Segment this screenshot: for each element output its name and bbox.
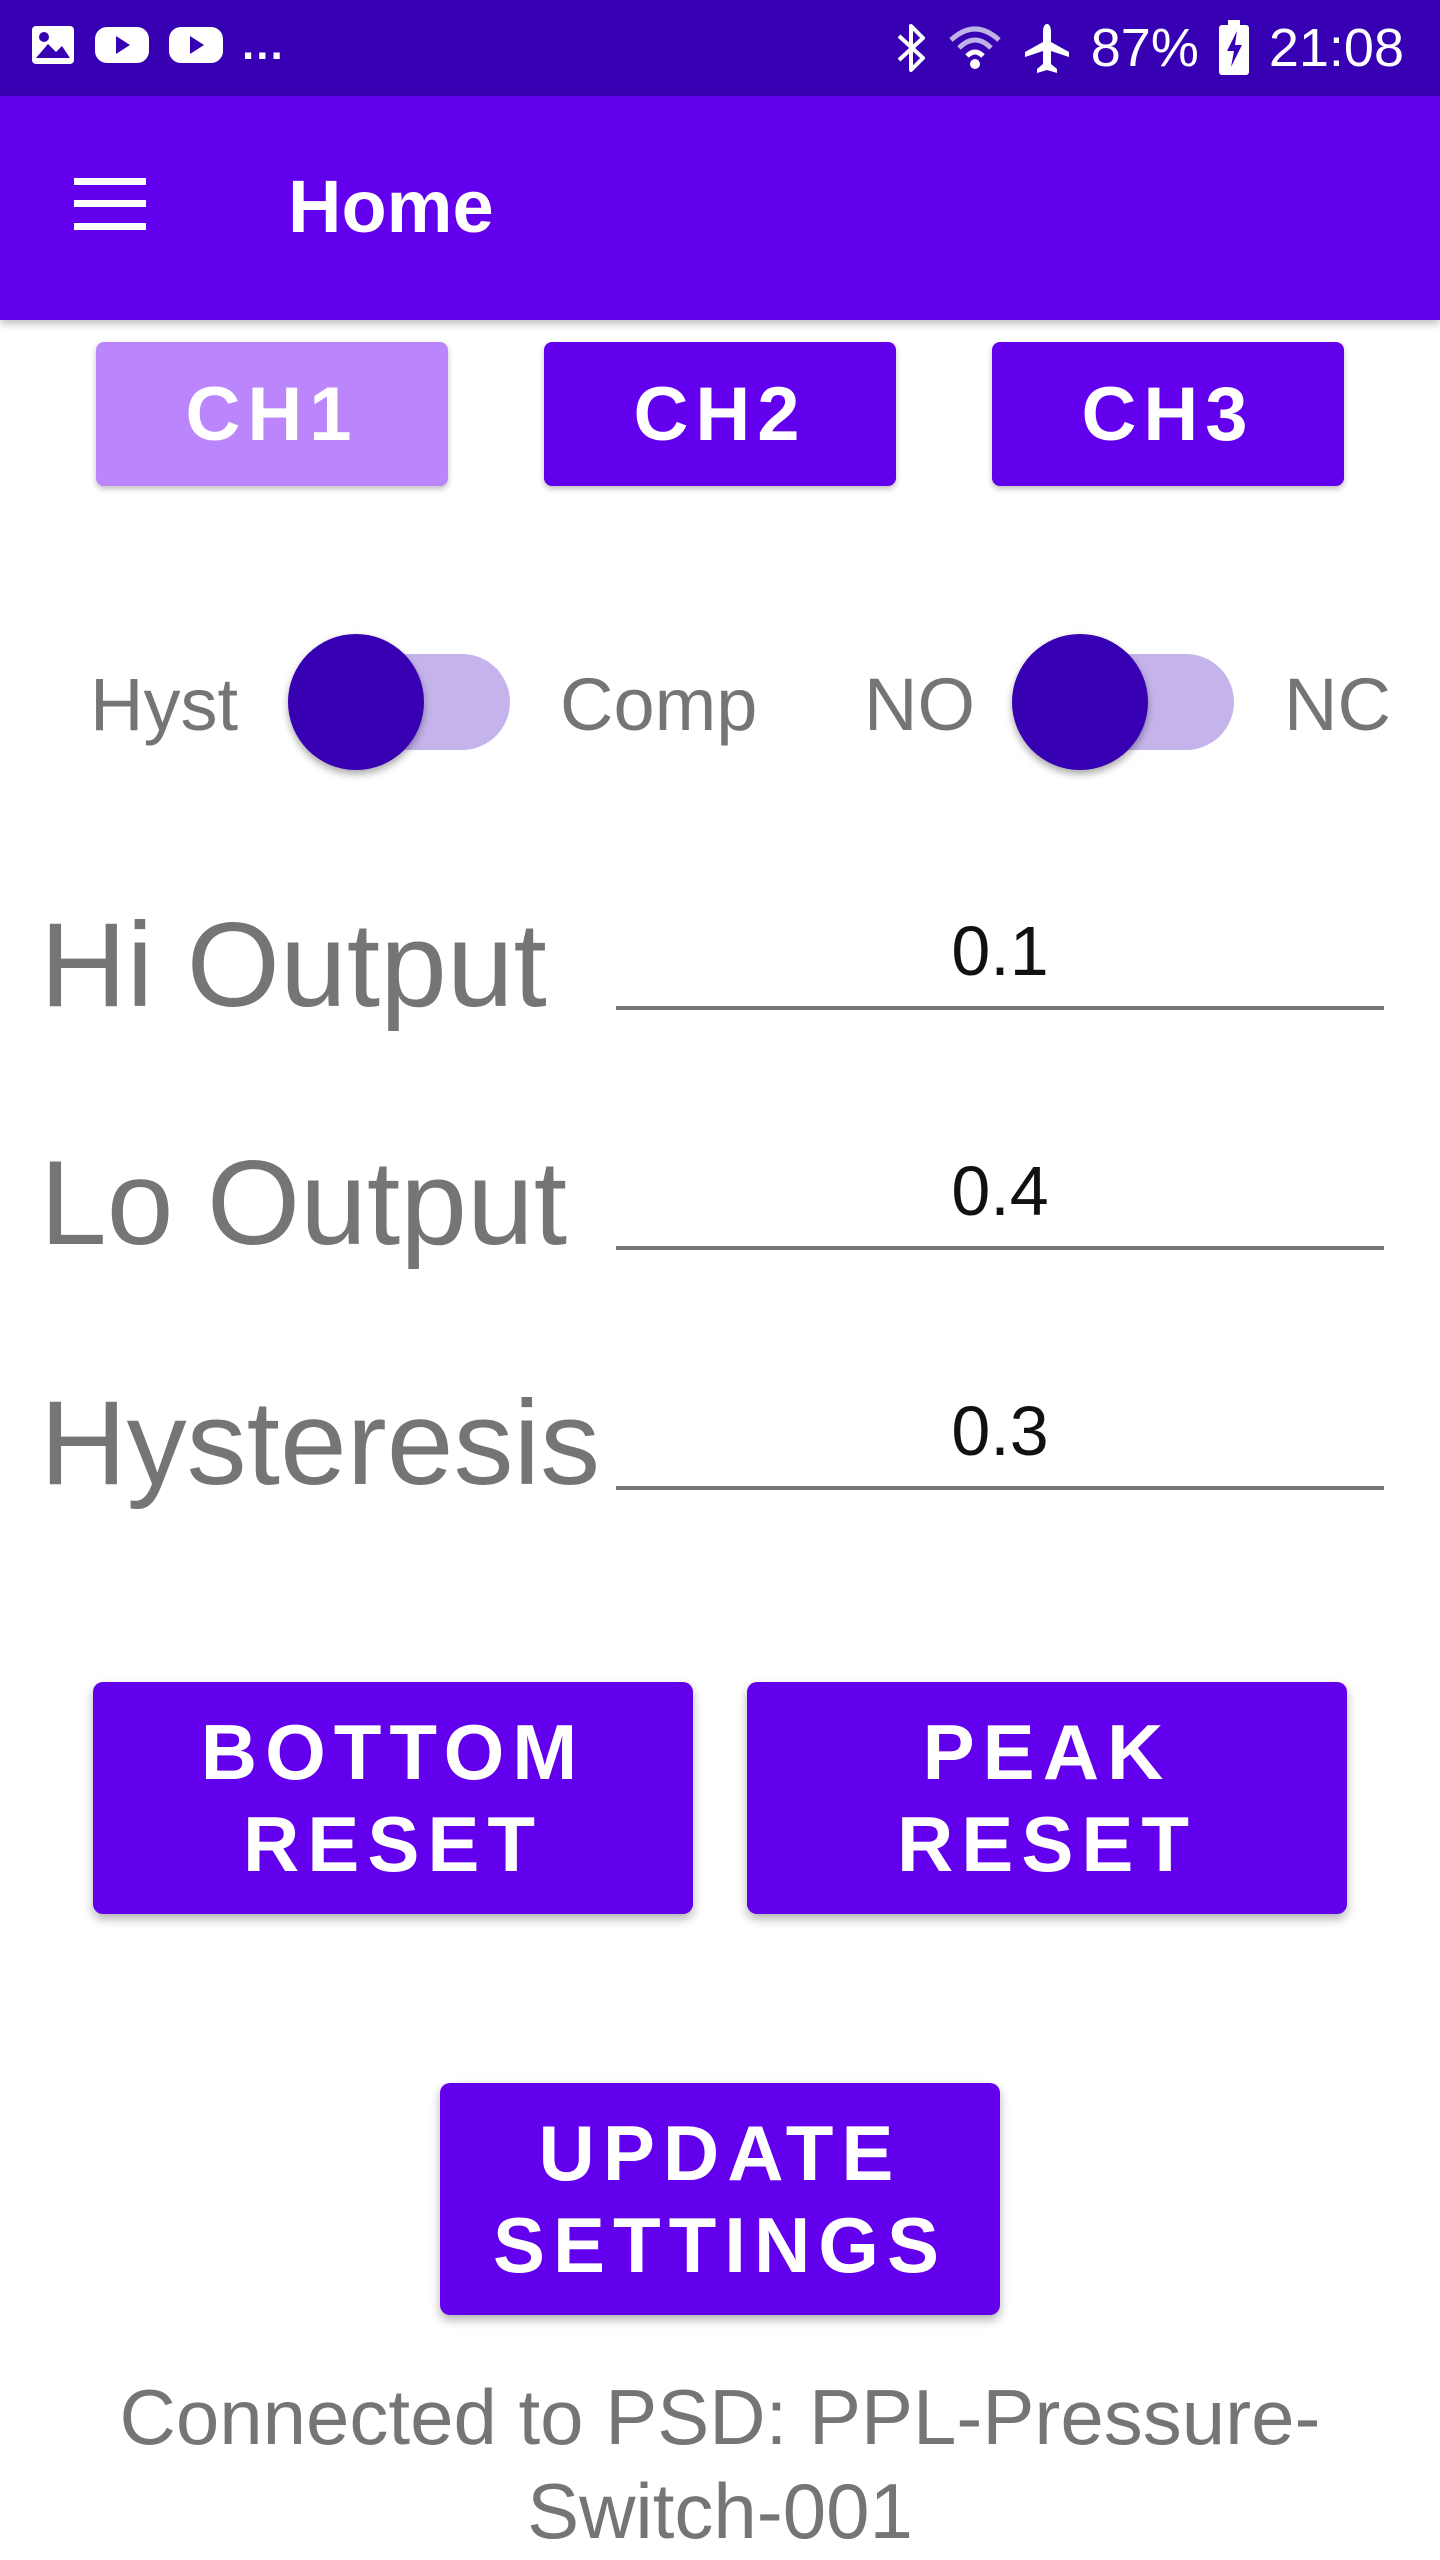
channel-2-button[interactable]: CH2 xyxy=(544,342,896,486)
peak-reset-button[interactable]: PEAK RESET xyxy=(747,1682,1347,1914)
image-notification-icon xyxy=(32,26,74,64)
system-icons: 87% 21:08 xyxy=(893,18,1404,78)
no-label: NO xyxy=(864,663,975,746)
wifi-icon xyxy=(949,26,1001,69)
lo-output-label: Lo Output xyxy=(40,1136,568,1270)
bottom-reset-button[interactable]: BOTTOM RESET xyxy=(93,1682,693,1914)
button-label: RESET xyxy=(896,1800,1198,1888)
button-label: BOTTOM xyxy=(200,1708,586,1796)
youtube-icon xyxy=(95,27,149,63)
menu-icon[interactable] xyxy=(70,174,150,234)
connection-status-line: Switch-001 xyxy=(527,2467,913,2555)
hyst-label: Hyst xyxy=(90,663,238,746)
button-label: SETTINGS xyxy=(492,2201,948,2289)
hyst-comp-switch[interactable] xyxy=(288,634,512,770)
hysteresis-label: Hysteresis xyxy=(40,1376,601,1510)
youtube-icon xyxy=(169,27,223,63)
status-bar: ... 87% 21:08 xyxy=(0,0,1440,96)
battery-charging-icon xyxy=(1218,20,1249,75)
switch-thumb xyxy=(288,634,424,770)
switch-thumb xyxy=(1012,634,1148,770)
bluetooth-icon xyxy=(897,24,925,72)
no-nc-switch[interactable] xyxy=(1012,634,1236,770)
clock: 21:08 xyxy=(1268,18,1404,78)
overflow-indicator: ... xyxy=(242,20,285,69)
battery-percent: 87% xyxy=(1090,18,1199,78)
hysteresis-input[interactable] xyxy=(616,1376,1384,1490)
button-label: PEAK xyxy=(922,1708,1172,1796)
nc-label: NC xyxy=(1284,663,1391,746)
airplane-icon xyxy=(1024,24,1069,73)
page-title: Home xyxy=(288,165,494,248)
notification-icons: ... xyxy=(30,20,285,69)
connection-status: Connected to PSD: PPL-Pressure- Switch-0… xyxy=(0,2370,1440,2558)
connection-status-line: Connected to PSD: PPL-Pressure- xyxy=(119,2373,1321,2461)
button-label: UPDATE xyxy=(538,2109,902,2197)
hi-output-label: Hi Output xyxy=(40,898,547,1032)
hi-output-input[interactable] xyxy=(616,896,1384,1010)
channel-1-button[interactable]: CH1 xyxy=(96,342,448,486)
app-bar: Home xyxy=(0,96,1440,320)
lo-output-input[interactable] xyxy=(616,1136,1384,1250)
update-settings-button[interactable]: UPDATE SETTINGS xyxy=(440,2083,1000,2315)
button-label: RESET xyxy=(242,1800,544,1888)
comp-label: Comp xyxy=(560,663,758,746)
channel-3-button[interactable]: CH3 xyxy=(992,342,1344,486)
